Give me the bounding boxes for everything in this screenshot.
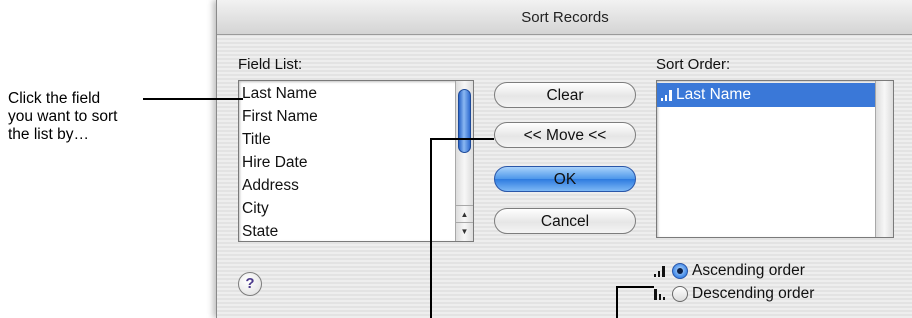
field-item-last-name[interactable]: Last Name xyxy=(239,82,473,105)
help-icon[interactable]: ? xyxy=(238,272,262,296)
field-item-hire-date[interactable]: Hire Date xyxy=(239,151,473,174)
field-list[interactable]: Last Name First Name Title Hire Date Add… xyxy=(238,80,474,242)
clear-button[interactable]: Clear xyxy=(494,82,636,108)
dialog-title: Sort Records xyxy=(521,8,609,26)
field-item-state[interactable]: State xyxy=(239,220,473,241)
descending-bars-icon xyxy=(654,289,665,300)
scroll-up-arrow-icon[interactable]: ▲ xyxy=(456,205,473,222)
field-list-scrollbar[interactable]: ▲ ▼ xyxy=(455,81,473,241)
ascending-option[interactable]: Ascending order xyxy=(654,260,805,282)
move-leader-vertical xyxy=(430,138,432,318)
scroll-down-arrow-icon[interactable]: ▼ xyxy=(456,222,473,239)
order-leader-horizontal xyxy=(616,286,654,288)
cancel-button[interactable]: Cancel xyxy=(494,208,636,234)
descending-option[interactable]: Descending order xyxy=(654,283,814,305)
descending-radio[interactable] xyxy=(672,286,688,302)
move-button[interactable]: << Move << xyxy=(494,122,636,148)
ascending-bars-icon xyxy=(661,89,672,101)
callout-line: the list by… xyxy=(8,126,89,143)
field-item-address[interactable]: Address xyxy=(239,174,473,197)
ok-button[interactable]: OK xyxy=(494,166,636,192)
order-leader-vertical xyxy=(616,286,618,318)
sort-order-item[interactable]: Last Name xyxy=(657,83,893,107)
sort-order-label: Sort Order: xyxy=(656,56,731,73)
field-item-first-name[interactable]: First Name xyxy=(239,105,473,128)
descending-label: Descending order xyxy=(692,285,815,302)
callout-line: you want to sort xyxy=(8,108,118,125)
field-item-city[interactable]: City xyxy=(239,197,473,220)
ascending-radio[interactable] xyxy=(672,263,688,279)
scrollbar-thumb[interactable] xyxy=(458,89,471,153)
sort-order-list[interactable]: Last Name xyxy=(656,80,894,238)
sort-order-scrollbar[interactable] xyxy=(875,81,893,237)
dialog-titlebar: Sort Records xyxy=(217,0,912,35)
field-list-label: Field List: xyxy=(238,56,303,73)
move-leader-horizontal xyxy=(430,138,494,140)
sort-order-item-label: Last Name xyxy=(676,86,751,103)
ascending-label: Ascending order xyxy=(692,262,805,279)
callout-leader-line xyxy=(143,98,243,100)
ascending-bars-icon xyxy=(654,266,665,277)
